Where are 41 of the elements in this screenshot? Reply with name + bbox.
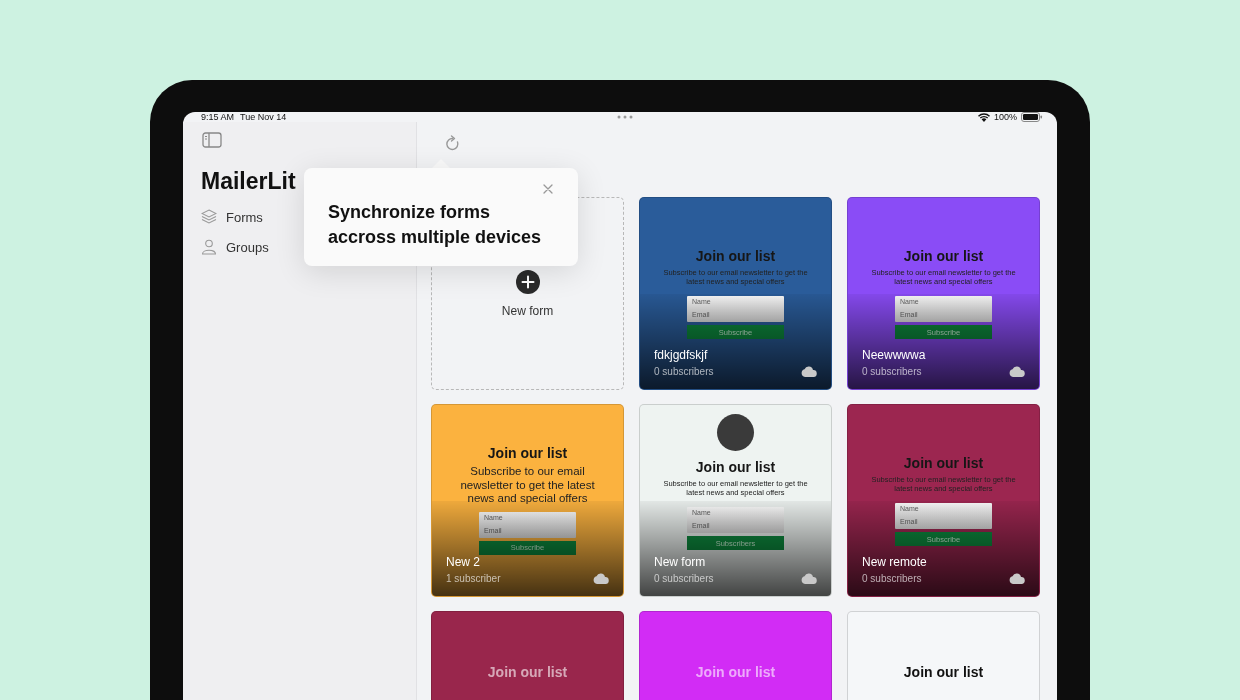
layers-icon (201, 209, 217, 225)
form-heading: Join our list (903, 455, 984, 471)
form-heading: Join our list (695, 459, 776, 475)
refresh-icon[interactable] (445, 135, 461, 153)
form-heading: Join our list (695, 248, 776, 264)
subscriber-count: 0 subscribers (862, 573, 923, 584)
battery-percent: 100% (993, 112, 1017, 122)
app-title: MailerLit (201, 168, 296, 195)
form-card[interactable]: Join our list (431, 611, 624, 700)
subscriber-count: 0 subscribers (654, 366, 714, 377)
form-name: New remote (862, 555, 927, 569)
form-heading: Join our list (903, 664, 984, 680)
more-dots-icon[interactable] (617, 115, 633, 119)
cloud-icon (801, 573, 817, 584)
form-name: Neewwwwa (862, 348, 926, 362)
cloud-icon (593, 573, 609, 584)
status-time: 9:15 AM (201, 112, 235, 122)
cloud-icon (1009, 573, 1025, 584)
form-name: New form (654, 555, 707, 569)
form-heading: Join our list (487, 445, 568, 461)
form-name: New 2 (446, 555, 481, 569)
form-card[interactable]: Join our list (847, 611, 1040, 700)
close-icon[interactable] (543, 184, 553, 194)
subscriber-count: 0 subscribers (862, 366, 923, 377)
wifi-icon (977, 112, 990, 122)
subscriber-count: 1 subscriber (446, 573, 501, 584)
form-heading: Join our list (695, 664, 776, 680)
sidebar-item[interactable]: Forms (201, 209, 263, 225)
battery-icon (1021, 112, 1043, 122)
form-heading: Join our list (487, 664, 568, 680)
status-date: Tue Nov 14 (240, 112, 287, 122)
person-icon (201, 239, 217, 255)
cloud-icon (801, 366, 817, 377)
subscriber-count: 0 subscribers (654, 573, 714, 584)
form-description: Subscribe to our email newsletter to get the latest news and special offers (459, 465, 596, 506)
plus-circle-icon (515, 269, 540, 294)
cloud-icon (1009, 366, 1025, 377)
form-heading: Join our list (903, 248, 984, 264)
sidebar-item[interactable]: Groups (201, 239, 269, 255)
sidebar-toggle-icon[interactable] (202, 132, 222, 148)
form-name: fdkjgdfskjf (654, 348, 709, 362)
